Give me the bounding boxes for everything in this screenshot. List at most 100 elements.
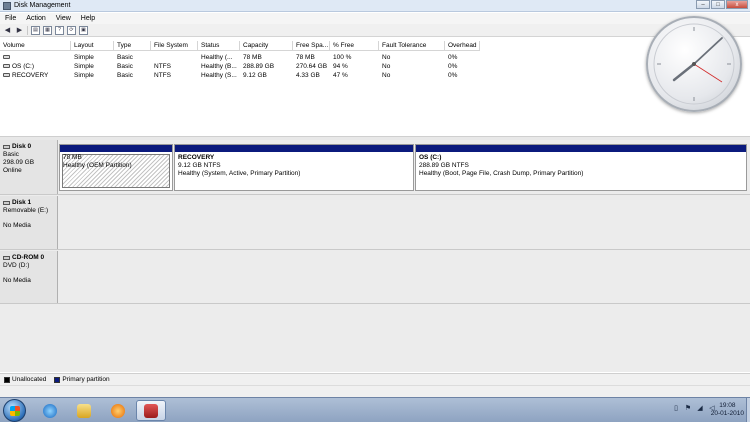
disk-size <box>3 215 54 222</box>
disk-icon[interactable]: ▣ <box>79 25 88 35</box>
console-tree-icon[interactable]: ▤ <box>31 25 40 35</box>
window-controls: – □ x <box>695 0 748 9</box>
capacity-cell: 288.89 GB <box>243 63 275 70</box>
disk-status: No Media <box>3 222 31 229</box>
partition-size: 288.89 GB NTFS <box>419 162 469 169</box>
layout-cell: Simple <box>74 72 94 79</box>
menu-view[interactable]: View <box>56 15 71 22</box>
windows-explorer-icon <box>77 403 91 418</box>
notification-area: ▯ ⚑ ◢ ◁ <box>668 404 716 413</box>
layout-cell: Simple <box>74 63 94 70</box>
internet-explorer-icon <box>43 403 57 418</box>
disk-label[interactable]: CD-ROM 0 DVD (D:) No Media <box>0 251 58 303</box>
partition-os-c[interactable]: OS (C:) 288.89 GB NTFS Healthy (Boot, Pa… <box>415 144 747 191</box>
overhead-cell: 0% <box>448 54 458 61</box>
status-cell: Healthy (... <box>201 54 233 61</box>
clock-gadget[interactable] <box>646 16 742 112</box>
menu-file[interactable]: File <box>5 15 16 22</box>
menu-help[interactable]: Help <box>81 15 95 22</box>
column-header-volume[interactable]: Volume <box>0 41 71 51</box>
clock-date: 20-01-2010 <box>710 410 744 417</box>
partition-status: Healthy (Boot, Page File, Crash Dump, Pr… <box>419 170 584 177</box>
menu-action[interactable]: Action <box>26 15 45 22</box>
status-bar <box>0 385 750 397</box>
column-header-fault-tolerance[interactable]: Fault Tolerance <box>379 41 445 51</box>
disk-name: Disk 1 <box>12 199 32 206</box>
partition-bar <box>175 145 413 152</box>
capacity-cell: 9.12 GB <box>243 72 267 79</box>
forward-arrow-icon[interactable]: ▶ <box>15 26 24 35</box>
network-icon[interactable]: ◢ <box>696 404 704 413</box>
status-cell: Healthy (S... <box>201 72 237 79</box>
column-header-file-system[interactable]: File System <box>151 41 198 51</box>
column-header-capacity[interactable]: Capacity <box>240 41 293 51</box>
close-button[interactable]: x <box>726 0 748 9</box>
file-system-cell: NTFS <box>154 72 171 79</box>
volume-row[interactable]: OS (C:) Simple Basic NTFS Healthy (B... … <box>0 62 480 71</box>
disk-label[interactable]: Disk 0 Basic 298.09 GB Online <box>0 140 58 194</box>
overhead-cell: 0% <box>448 72 458 79</box>
partition-oem[interactable]: 78 MB Healthy (OEM Partition) <box>59 144 173 191</box>
volume-icon <box>3 55 10 60</box>
toolbar-separator <box>27 25 28 35</box>
cd-rom-icon <box>3 256 10 260</box>
partition-text: OS (C:) 288.89 GB NTFS Healthy (Boot, Pa… <box>416 152 746 180</box>
legend-unallocated: Unallocated <box>12 376 47 383</box>
partition-name: OS (C:) <box>419 154 442 161</box>
percent-free-cell: 47 % <box>333 72 348 79</box>
refresh-icon[interactable]: ⟳ <box>67 25 76 35</box>
volume-row[interactable]: RECOVERY Simple Basic NTFS Healthy (S...… <box>0 71 480 80</box>
capacity-cell: 78 MB <box>243 54 262 61</box>
free-space-cell: 4.33 GB <box>296 72 320 79</box>
battery-icon[interactable]: ▯ <box>672 404 680 413</box>
column-header-status[interactable]: Status <box>198 41 240 51</box>
taskbar-media-player[interactable] <box>104 400 132 421</box>
file-system-cell <box>151 53 198 62</box>
partition-recovery[interactable]: RECOVERY 9.12 GB NTFS Healthy (System, A… <box>174 144 414 191</box>
fault-tolerance-cell: No <box>382 63 391 70</box>
disk-name: CD-ROM 0 <box>12 254 45 261</box>
volume-list: Volume Layout Type File System Status Ca… <box>0 41 750 135</box>
volume-icon <box>3 73 10 78</box>
disk-size: 298.09 GB <box>3 159 35 166</box>
column-header-percent-free[interactable]: % Free <box>330 41 379 51</box>
volume-row[interactable]: Simple Basic Healthy (... 78 MB 78 MB 10… <box>0 53 480 62</box>
column-header-layout[interactable]: Layout <box>71 41 114 51</box>
unallocated-swatch <box>4 376 10 383</box>
back-arrow-icon[interactable]: ◀ <box>3 26 12 35</box>
disk-graphical-view: Disk 0 Basic 298.09 GB Online 78 MB Heal… <box>0 140 750 372</box>
toolbar: ◀ ▶ ▤ ▦ ? ⟳ ▣ <box>0 24 750 37</box>
disk-name: Disk 0 <box>12 143 32 150</box>
show-desktop-button[interactable] <box>746 398 750 422</box>
taskbar-disk-management[interactable] <box>136 400 166 421</box>
column-header-free-space[interactable]: Free Spa... <box>293 41 330 51</box>
disk-label[interactable]: Disk 1 Removable (E:) No Media <box>0 196 58 249</box>
disk-row: Disk 0 Basic 298.09 GB Online 78 MB Heal… <box>0 140 750 195</box>
clock-time: 19:08 <box>719 402 736 409</box>
taskbar-explorer[interactable] <box>70 400 98 421</box>
properties-icon[interactable]: ▦ <box>43 25 52 35</box>
minimize-button[interactable]: – <box>696 0 710 9</box>
partition-size: 9.12 GB NTFS <box>178 162 221 169</box>
type-cell: Basic <box>117 72 133 79</box>
fault-tolerance-cell: No <box>382 54 391 61</box>
layout-cell: Simple <box>74 54 94 61</box>
maximize-button[interactable]: □ <box>711 0 725 9</box>
partition-text: RECOVERY 9.12 GB NTFS Healthy (System, A… <box>175 152 413 180</box>
system-clock[interactable]: 19:08 20-01-2010 <box>711 402 744 418</box>
legend-primary-partition: Primary partition <box>62 376 110 383</box>
disk-status: Online <box>3 167 22 174</box>
column-header-overhead[interactable]: Overhead <box>445 41 480 51</box>
volume-cell <box>0 53 71 62</box>
window-title: Disk Management <box>14 2 71 9</box>
start-button[interactable] <box>3 399 26 422</box>
column-header-type[interactable]: Type <box>114 41 151 51</box>
help-icon[interactable]: ? <box>55 25 64 35</box>
volume-cell: OS (C:) <box>0 62 71 71</box>
disk-status: No Media <box>3 277 31 284</box>
free-space-cell: 78 MB <box>296 54 315 61</box>
taskbar-ie[interactable] <box>36 400 64 421</box>
action-center-flag-icon[interactable]: ⚑ <box>684 404 692 413</box>
volume-list-header: Volume Layout Type File System Status Ca… <box>0 41 480 51</box>
partition-bar <box>60 145 172 152</box>
